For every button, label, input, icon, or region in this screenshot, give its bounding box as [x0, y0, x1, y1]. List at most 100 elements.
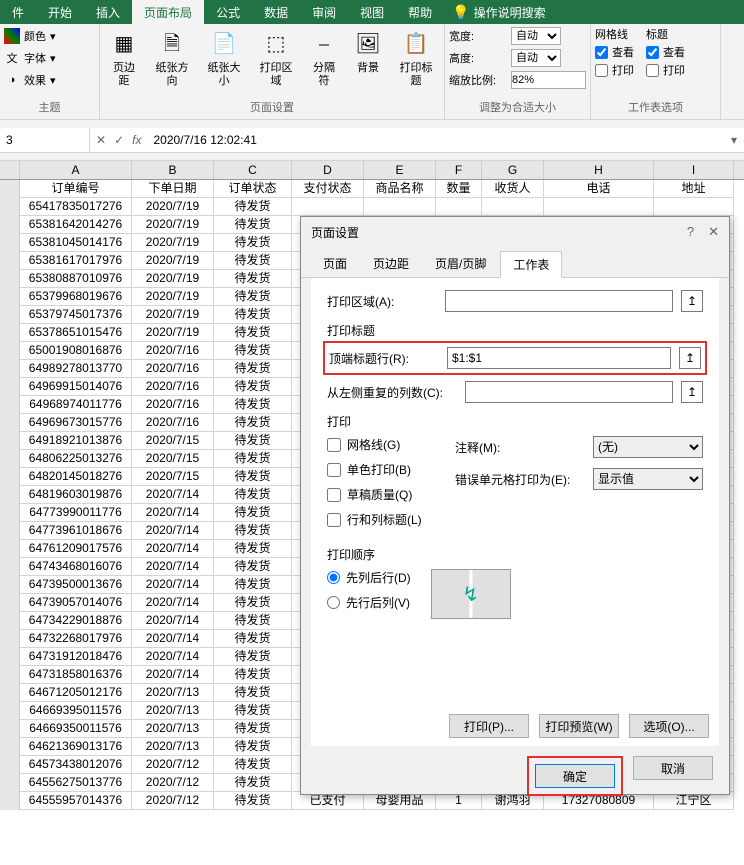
cell[interactable]: 待发货: [214, 558, 292, 576]
cell[interactable]: 待发货: [214, 288, 292, 306]
cell[interactable]: 待发货: [214, 522, 292, 540]
cell[interactable]: 待发货: [214, 486, 292, 504]
headings-print-checkbox[interactable]: [646, 64, 659, 77]
cell[interactable]: 64969915014076: [20, 378, 132, 396]
cell[interactable]: [292, 198, 364, 216]
cell[interactable]: 2020/7/16: [132, 414, 214, 432]
cell[interactable]: 64731858016376: [20, 666, 132, 684]
table-header-cell[interactable]: 收货人: [482, 180, 544, 198]
table-header-cell[interactable]: 订单编号: [20, 180, 132, 198]
cell[interactable]: 65380887010976: [20, 270, 132, 288]
formula-input[interactable]: [153, 133, 718, 147]
cell[interactable]: 待发货: [214, 270, 292, 288]
cell[interactable]: [544, 198, 654, 216]
cell[interactable]: 2020/7/19: [132, 288, 214, 306]
cell[interactable]: [364, 198, 436, 216]
cell[interactable]: 待发货: [214, 450, 292, 468]
name-box[interactable]: [0, 128, 90, 152]
select-all-corner[interactable]: [0, 161, 20, 179]
ribbon-tab-layout[interactable]: 页面布局: [132, 0, 204, 24]
cell[interactable]: 64739057014076: [20, 594, 132, 612]
cell[interactable]: 64773961018676: [20, 522, 132, 540]
cell[interactable]: 2020/7/13: [132, 702, 214, 720]
cell[interactable]: 2020/7/14: [132, 576, 214, 594]
cell[interactable]: 2020/7/12: [132, 774, 214, 792]
cell[interactable]: 2020/7/13: [132, 720, 214, 738]
cell[interactable]: [436, 198, 482, 216]
down-over-radio[interactable]: [327, 571, 340, 584]
col-header[interactable]: D: [292, 161, 364, 179]
headings-view-checkbox[interactable]: [646, 46, 659, 59]
cell[interactable]: 65379968019676: [20, 288, 132, 306]
ribbon-tab-data[interactable]: 数据: [252, 0, 300, 24]
cell[interactable]: 待发货: [214, 576, 292, 594]
cell[interactable]: 2020/7/14: [132, 558, 214, 576]
accept-formula-icon[interactable]: ✓: [114, 133, 124, 147]
cell[interactable]: 2020/7/14: [132, 594, 214, 612]
cell[interactable]: 64969673015776: [20, 414, 132, 432]
col-header[interactable]: C: [214, 161, 292, 179]
width-select[interactable]: 自动: [511, 27, 561, 45]
ribbon-tab-review[interactable]: 审阅: [300, 0, 348, 24]
cell[interactable]: 待发货: [214, 378, 292, 396]
cell[interactable]: 64669395011576: [20, 702, 132, 720]
col-header[interactable]: I: [654, 161, 734, 179]
left-cols-ref-button[interactable]: ↥: [681, 381, 703, 403]
cell[interactable]: 64555957014376: [20, 792, 132, 810]
cell[interactable]: [654, 198, 734, 216]
gridlines-checkbox[interactable]: [327, 438, 341, 452]
cell[interactable]: 2020/7/14: [132, 612, 214, 630]
ribbon-tab-view[interactable]: 视图: [348, 0, 396, 24]
errors-select[interactable]: 显示值: [593, 468, 703, 490]
dialog-tab-page[interactable]: 页面: [311, 251, 359, 277]
cell[interactable]: 待发货: [214, 648, 292, 666]
cell[interactable]: 65381642014276: [20, 216, 132, 234]
top-rows-input[interactable]: [447, 347, 671, 369]
theme-color-button[interactable]: 颜色 ▾: [4, 26, 56, 46]
ribbon-tab-file[interactable]: 件: [0, 0, 36, 24]
fx-icon[interactable]: fx: [132, 133, 141, 147]
dialog-tab-sheet[interactable]: 工作表: [500, 251, 562, 278]
cell[interactable]: 64918921013876: [20, 432, 132, 450]
cell[interactable]: 64743468016076: [20, 558, 132, 576]
cell[interactable]: 2020/7/14: [132, 486, 214, 504]
cell[interactable]: 2020/7/12: [132, 756, 214, 774]
orientation-button[interactable]: 🗎纸张方向: [148, 26, 196, 90]
cell[interactable]: 2020/7/14: [132, 666, 214, 684]
scale-input[interactable]: [511, 71, 586, 89]
cell[interactable]: 64761209017576: [20, 540, 132, 558]
col-header[interactable]: E: [364, 161, 436, 179]
print-area-ref-button[interactable]: ↥: [681, 290, 703, 312]
table-header-cell[interactable]: 下单日期: [132, 180, 214, 198]
cell[interactable]: 待发货: [214, 198, 292, 216]
cancel-formula-icon[interactable]: ✕: [96, 133, 106, 147]
margins-button[interactable]: ▦页边距: [104, 26, 144, 90]
cell[interactable]: 65381617017976: [20, 252, 132, 270]
col-header[interactable]: A: [20, 161, 132, 179]
ribbon-tab-insert[interactable]: 插入: [84, 0, 132, 24]
cell[interactable]: 65001908016876: [20, 342, 132, 360]
cell[interactable]: 2020/7/16: [132, 342, 214, 360]
cell[interactable]: 64731912018476: [20, 648, 132, 666]
dialog-print-button[interactable]: 打印(P)...: [449, 714, 529, 738]
cell[interactable]: 2020/7/12: [132, 792, 214, 810]
ribbon-tab-home[interactable]: 开始: [36, 0, 84, 24]
cell[interactable]: 64968974011776: [20, 396, 132, 414]
size-button[interactable]: 📄纸张大小: [200, 26, 248, 90]
col-header[interactable]: H: [544, 161, 654, 179]
cell[interactable]: 64556275013776: [20, 774, 132, 792]
cell[interactable]: 64806225013276: [20, 450, 132, 468]
cell[interactable]: 待发货: [214, 504, 292, 522]
cell[interactable]: 2020/7/19: [132, 198, 214, 216]
ribbon-tab-formulas[interactable]: 公式: [204, 0, 252, 24]
cell[interactable]: 待发货: [214, 414, 292, 432]
name-box-input[interactable]: [6, 133, 83, 147]
print-area-input[interactable]: [445, 290, 673, 312]
cell[interactable]: 待发货: [214, 342, 292, 360]
cell[interactable]: 2020/7/14: [132, 630, 214, 648]
breaks-button[interactable]: ⎯分隔符: [304, 26, 344, 90]
dialog-ok-button[interactable]: 确定: [535, 764, 615, 788]
table-header-cell[interactable]: 商品名称: [364, 180, 436, 198]
cell[interactable]: 65378651015476: [20, 324, 132, 342]
col-header[interactable]: B: [132, 161, 214, 179]
